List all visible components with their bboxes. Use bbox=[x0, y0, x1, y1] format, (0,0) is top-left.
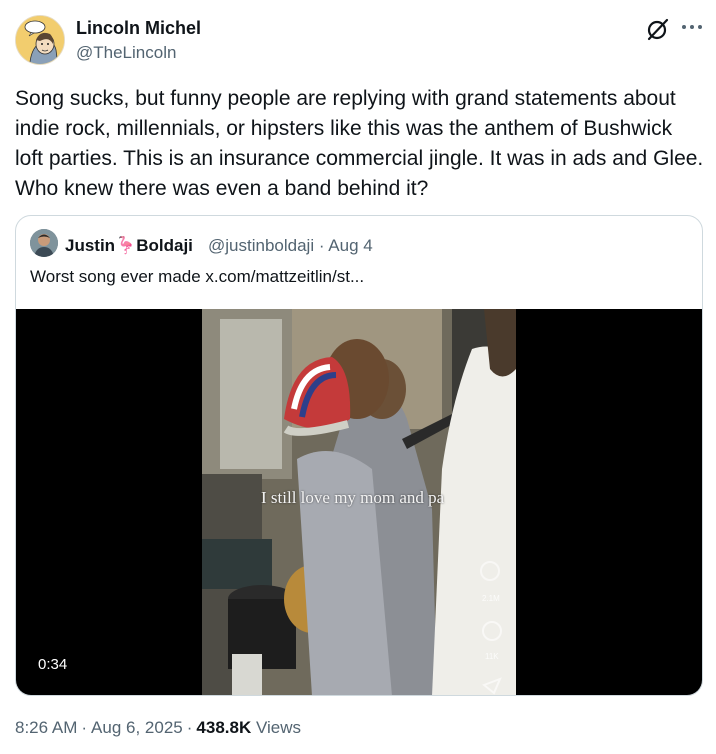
tweet-text: Song sucks, but funny people are replyin… bbox=[15, 87, 704, 200]
separator-dot: · bbox=[81, 718, 88, 737]
quoted-tweet[interactable]: Justin🦩Boldaji @justinboldaji · Aug 4 Wo… bbox=[15, 215, 703, 696]
views-label: Views bbox=[255, 718, 302, 737]
tweet-time[interactable]: 8:26 AM bbox=[15, 718, 77, 737]
video-overlay-count-2: 11K bbox=[485, 652, 499, 661]
views-count: 438.8K bbox=[196, 718, 252, 737]
separator-dot: · bbox=[186, 718, 193, 737]
quote-author-handle[interactable]: @justinboldaji bbox=[208, 236, 314, 255]
quote-author-last-name: Boldaji bbox=[136, 236, 193, 255]
more-icon[interactable] bbox=[680, 14, 704, 40]
tweet-date[interactable]: Aug 6, 2025 bbox=[91, 718, 183, 737]
quote-text: Worst song ever made x.com/mattzeitlin/s… bbox=[30, 267, 365, 286]
quote-author-name[interactable]: Justin🦩Boldaji bbox=[65, 236, 193, 256]
quote-author-avatar[interactable] bbox=[30, 229, 58, 257]
video-frame: I still love my mom and pa 2.1M 11K bbox=[202, 309, 516, 695]
separator-dot: · bbox=[318, 236, 325, 255]
video-caption: I still love my mom and pa bbox=[261, 488, 445, 507]
video-duration: 0:34 bbox=[30, 653, 76, 676]
quote-author-meta: @justinboldaji · Aug 4 bbox=[208, 236, 373, 256]
flamingo-emoji: 🦩 bbox=[115, 236, 137, 255]
author-handle[interactable]: @TheLincoln bbox=[76, 43, 176, 63]
author-avatar[interactable] bbox=[15, 15, 65, 65]
tweet-meta: 8:26 AM · Aug 6, 2025 · 438.8K Views bbox=[15, 718, 301, 738]
quote-date[interactable]: Aug 4 bbox=[328, 236, 372, 255]
grok-icon[interactable] bbox=[645, 16, 671, 42]
quote-author-first-name: Justin bbox=[65, 236, 116, 255]
video-overlay-count-1: 2.1M bbox=[482, 594, 500, 603]
video-player[interactable]: I still love my mom and pa 2.1M 11K 0:34 bbox=[16, 309, 702, 695]
avatar-illustration bbox=[16, 16, 64, 64]
author-name[interactable]: Lincoln Michel bbox=[76, 18, 201, 39]
